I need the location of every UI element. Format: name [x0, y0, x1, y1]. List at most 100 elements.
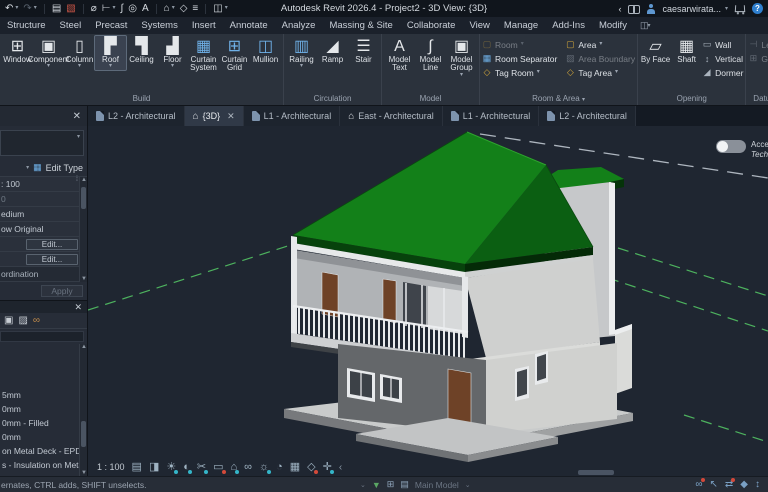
mullion-button[interactable]: ◫ Mullion — [250, 36, 281, 65]
drawing-area[interactable]: Accele Tech P 1 : 100 ▤ ◨ ☀ ◐ ✂ ▭ ⌂ ∞ ☼ … — [88, 126, 768, 476]
edit-type-button[interactable]: Edit Type — [46, 163, 83, 173]
room-separator-button[interactable]: ▦ Room Separator — [482, 52, 558, 65]
design-option-dropdown[interactable]: Main Model — [415, 480, 459, 490]
collapse-bar-icon[interactable]: ‹ — [339, 462, 342, 473]
roof-type-item[interactable]: on Metal Deck - EPDM — [0, 444, 87, 458]
grid-dashed-line-left[interactable] — [88, 243, 295, 311]
model-group-button[interactable]: ▣ Model Group ▾ — [446, 36, 477, 79]
upper-door-2[interactable] — [382, 278, 397, 324]
browser-search-input[interactable] — [0, 331, 84, 342]
opening-by-face-button[interactable]: ▱ By Face — [640, 36, 671, 65]
scroll-up-icon[interactable]: ▲ — [80, 177, 87, 183]
ribbon-tab-structure[interactable]: Structure — [0, 19, 53, 32]
ribbon-tab-massing-site[interactable]: Massing & Site — [322, 19, 399, 32]
edit-overrides-button[interactable]: Edit... — [26, 238, 78, 250]
collapse-chevron-icon[interactable]: ‹ — [618, 4, 621, 14]
redo-icon[interactable]: ↷ — [23, 0, 31, 17]
curtain-system-button[interactable]: ▦ Curtain System — [188, 36, 219, 74]
detail-level-icon[interactable]: ▤ — [132, 460, 142, 474]
text-icon[interactable]: A — [142, 0, 149, 17]
view-tab-l1-architectural[interactable]: L1 - Architectural — [243, 106, 341, 126]
roof-type-item[interactable]: 5mm — [0, 388, 87, 402]
browser-image-icon[interactable]: ▨ — [18, 315, 27, 326]
status-caret-icon[interactable]: ⌄ — [360, 481, 366, 489]
property-row-detail-level[interactable]: edium — [0, 207, 87, 222]
floor-dropdown-icon[interactable]: ▾ — [171, 63, 174, 69]
dormer-opening-button[interactable]: ◢ Dormer — [702, 66, 744, 79]
view-scale-button[interactable]: 1 : 100 — [97, 462, 125, 472]
column-button[interactable]: ▯ Column ▾ — [64, 36, 95, 70]
aligned-dimension-icon[interactable]: ⊢ — [102, 0, 111, 17]
tag-room-button[interactable]: ◇ Tag Room ▾ — [482, 66, 557, 79]
undo-icon[interactable]: ↶ — [5, 0, 13, 17]
design-option-caret-icon[interactable]: ⌄ — [465, 481, 471, 489]
crop-view-icon[interactable]: ▭ — [213, 460, 227, 474]
ribbon-tab-modify[interactable]: Modify — [592, 19, 634, 32]
thin-lines-icon[interactable]: ≡ — [192, 0, 198, 17]
select-links-icon[interactable]: ∞ — [695, 478, 705, 490]
view-tab-l2-architectural-2[interactable]: L2 - Architectural — [539, 106, 636, 126]
scroll-down-icon[interactable]: ▼ — [80, 276, 87, 282]
area-button[interactable]: ▢ Area ▾ — [565, 38, 635, 51]
ramp-button[interactable]: ◢ Ramp — [317, 36, 348, 65]
sun-path-icon[interactable]: ☀ — [166, 460, 179, 474]
horizontal-scrollbar-thumb[interactable] — [578, 470, 614, 475]
component-button[interactable]: ▣ Component ▾ — [28, 36, 69, 70]
room-area-panel-dropdown-icon[interactable]: ▾ — [582, 97, 585, 103]
ribbon-tab-annotate[interactable]: Annotate — [223, 19, 275, 32]
type-selector[interactable]: ▾ — [0, 130, 84, 156]
view-tab-l2-architectural[interactable]: L2 - Architectural — [88, 106, 185, 126]
tag-area-button[interactable]: ◇ Tag Area ▾ — [565, 66, 635, 79]
3d-model-view[interactable] — [88, 126, 768, 476]
apply-button[interactable]: Apply — [41, 285, 83, 297]
ribbon-tab-view[interactable]: View — [462, 19, 496, 32]
ribbon-tab-addins[interactable]: Add-Ins — [545, 19, 592, 32]
scrollbar-thumb[interactable] — [81, 187, 86, 209]
ribbon-tab-steel[interactable]: Steel — [53, 19, 89, 32]
shaft-button[interactable]: ▦ Shaft — [671, 36, 702, 65]
model-group-dropdown-icon[interactable]: ▾ — [460, 72, 463, 78]
property-row-view-scale[interactable]: : 100 — [0, 177, 87, 192]
toggle-switch-off[interactable] — [716, 140, 746, 153]
type-combo-dropdown-icon[interactable]: ▾ — [26, 164, 29, 171]
browser-scrollbar[interactable]: ▲ ▼ — [79, 344, 87, 476]
scrollbar-thumb[interactable] — [81, 420, 86, 447]
property-row-parts-visibility[interactable]: ow Original — [0, 222, 87, 237]
component-dropdown-icon[interactable]: ▾ — [47, 63, 50, 69]
floor-button[interactable]: ▟ Floor ▾ — [157, 36, 188, 70]
vertical-opening-button[interactable]: ↕ Vertical — [702, 52, 743, 65]
store-cart-icon[interactable] — [734, 5, 746, 13]
temporary-hide-isolate-icon[interactable]: ☼ — [259, 460, 272, 474]
reveal-hidden-elements-icon[interactable]: ◔ — [276, 460, 283, 474]
zoom-icon[interactable]: ◎ — [128, 0, 137, 17]
help-icon[interactable]: ? — [752, 3, 763, 14]
roof-button[interactable]: ▛ Roof ▾ — [94, 34, 127, 72]
grid-dashed-line-bottom-right[interactable] — [683, 414, 768, 443]
stair-button[interactable]: ☰ Stair — [348, 36, 379, 65]
grid-dashed-line-right-2[interactable] — [607, 277, 768, 332]
section-icon[interactable]: ◇ — [180, 0, 188, 17]
render-icon[interactable]: ✂ — [197, 460, 209, 474]
view-tab-l1-architectural-2[interactable]: L1 - Architectural — [442, 106, 540, 126]
roof-dropdown-icon[interactable]: ▾ — [109, 63, 112, 69]
worksharing-display-icon[interactable]: ▦ — [290, 460, 300, 474]
visual-style-icon[interactable]: ◨ — [149, 460, 159, 474]
ribbon-tab-manage[interactable]: Manage — [497, 19, 545, 32]
roof-type-item[interactable]: s - Insulation on Metal — [0, 458, 87, 472]
search-icon[interactable] — [628, 4, 641, 14]
model-line-button[interactable]: ∫ Model Line — [415, 36, 446, 74]
curtain-grid-button[interactable]: ⊞ Curtain Grid — [219, 36, 250, 74]
temporary-view-properties-icon[interactable]: ◇ — [307, 460, 319, 474]
wall-opening-button[interactable]: ▭ Wall — [702, 38, 743, 51]
user-avatar-icon[interactable] — [647, 3, 656, 14]
properties-scrollbar[interactable]: ▲ ▼ — [79, 177, 87, 282]
ceiling-button[interactable]: ▜ Ceiling — [126, 36, 157, 65]
switch-windows-icon[interactable]: ◫ — [213, 0, 222, 17]
ribbon-tab-precast[interactable]: Precast — [88, 19, 134, 32]
railing-dropdown-icon[interactable]: ▾ — [300, 63, 303, 69]
customize-qat-icon[interactable]: ▾ — [225, 0, 228, 17]
roof-type-item[interactable]: 0mm — [0, 402, 87, 416]
measure-icon[interactable]: ⌀ — [91, 0, 97, 17]
ribbon-display-toggle[interactable]: ◫ ▾ — [640, 20, 651, 31]
properties-close-icon[interactable]: ✕ — [73, 111, 81, 122]
